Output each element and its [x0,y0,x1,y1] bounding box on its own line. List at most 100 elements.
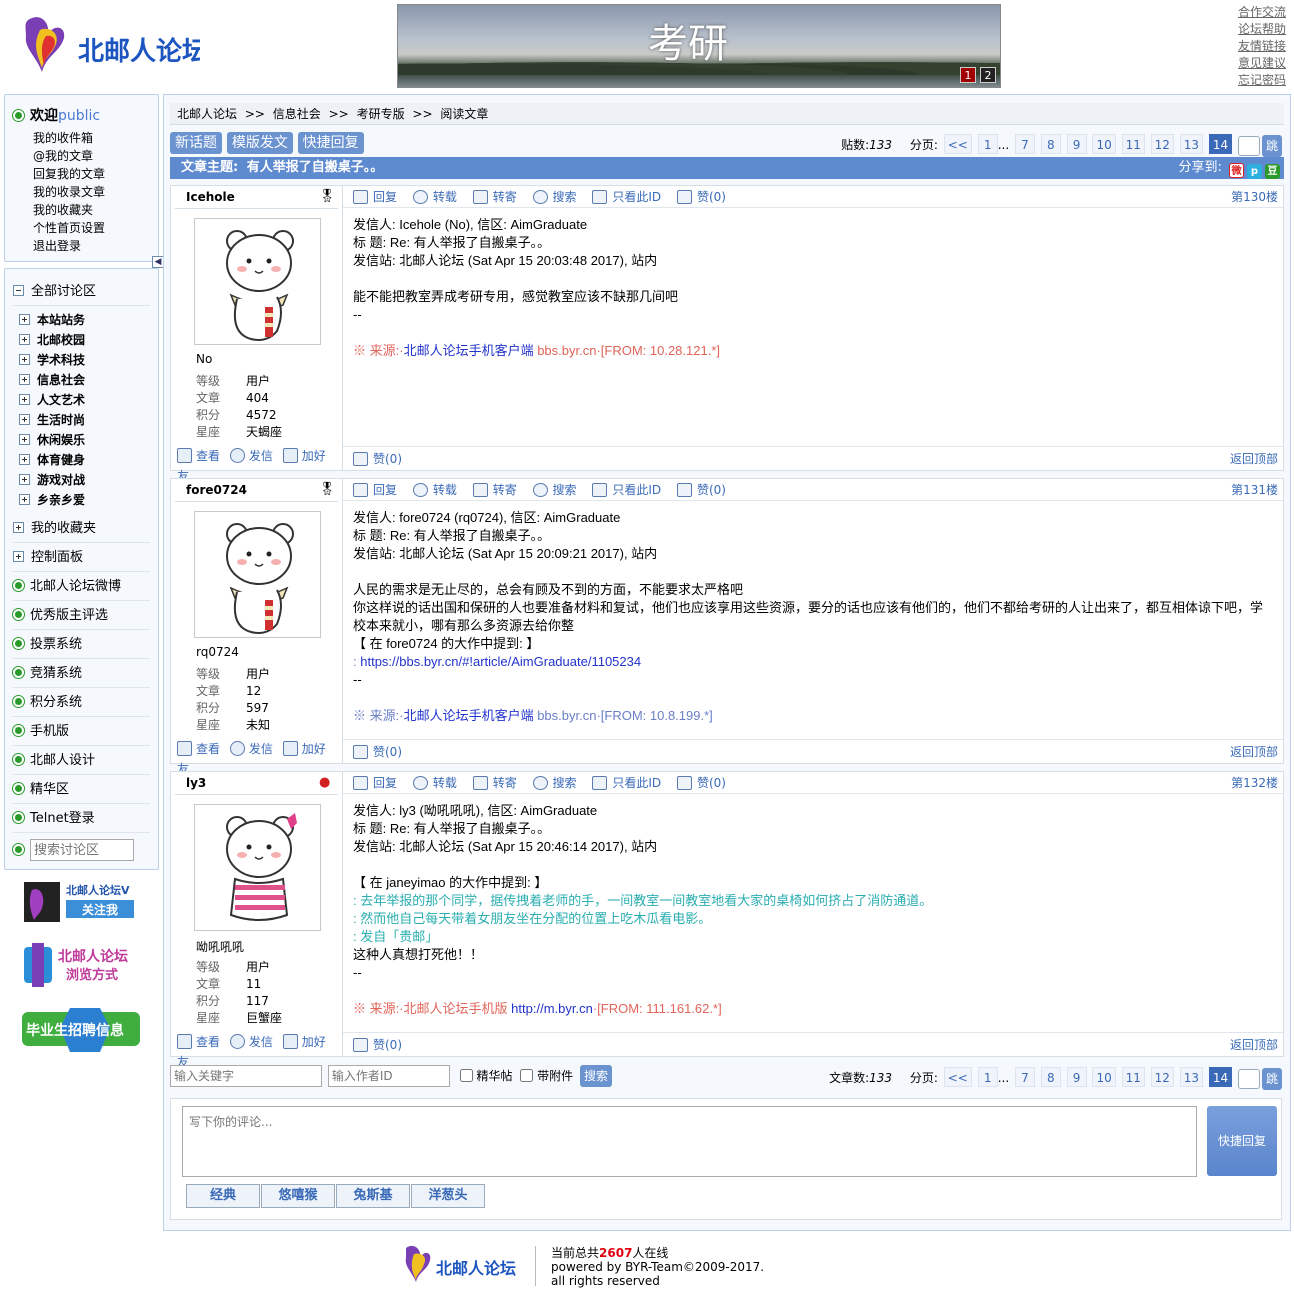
page-link[interactable]: 13 [1179,134,1204,154]
user-link-mentions[interactable]: @我的文章 [33,147,158,165]
nav-item-digest[interactable]: 精华区 [13,775,150,804]
link-feedback[interactable]: 意见建议 [1238,55,1286,72]
only-this-id-button[interactable]: 只看此ID [592,190,661,204]
avatar[interactable] [194,218,321,345]
source-link[interactable]: 北邮人论坛手机客户端 [404,708,534,723]
banner[interactable]: 考研 1 2 [397,4,1001,88]
nav-item-control-panel[interactable]: 控制面板 [13,543,150,572]
page-link[interactable]: 12 [1150,1067,1174,1087]
view-user-button[interactable]: 查看 [177,741,220,756]
promo-weibo[interactable]: 北邮人论坛V 关注我 [20,878,159,931]
reply-button[interactable]: 回复 [353,483,397,497]
plus-icon[interactable] [19,474,30,485]
search-button[interactable]: 搜索 [532,483,577,497]
user-link-logout[interactable]: 退出登录 [33,237,158,255]
nav-item-favorites[interactable]: 我的收藏夹 [13,514,150,543]
site-logo[interactable]: 北邮人论坛 [20,12,208,82]
floor-number[interactable]: 第132楼 [1231,772,1278,794]
plus-icon[interactable] [19,394,30,405]
page-current[interactable]: 14 [1208,134,1233,154]
only-this-id-button[interactable]: 只看此ID [592,483,661,497]
comment-textarea[interactable] [182,1106,1197,1177]
nav-item-vote[interactable]: 投票系统 [13,630,150,659]
plus-icon[interactable] [19,494,30,505]
nav-board-sports[interactable]: 体育健身 [19,450,150,470]
back-to-top-link[interactable]: 返回顶部 [1230,447,1278,471]
banner-page-1[interactable]: 1 [960,67,976,83]
page-link[interactable]: 9 [1066,134,1087,154]
back-to-top-link[interactable]: 返回顶部 [1230,1033,1278,1057]
nav-all-boards[interactable]: 全部讨论区 [13,277,150,306]
page-first[interactable]: << [943,134,972,154]
nav-board-hometown[interactable]: 乡亲乡爱 [19,490,150,510]
floor-number[interactable]: 第131楼 [1231,479,1278,501]
send-mail-button[interactable]: 发信 [229,1034,273,1049]
nav-item-design[interactable]: 北邮人设计 [13,746,150,775]
send-mail-button[interactable]: 发信 [229,448,273,463]
source-link[interactable]: 北邮人论坛手机客户端 [404,343,534,358]
banner-page-2[interactable]: 2 [980,67,996,83]
nav-item-guess[interactable]: 竞猜系统 [13,659,150,688]
board-search-input[interactable] [30,839,134,861]
attachment-checkbox[interactable] [520,1069,534,1082]
article-search-button[interactable]: 搜索 [580,1065,613,1087]
page-link[interactable]: 8 [1040,1067,1061,1087]
back-to-top-link[interactable]: 返回顶部 [1230,740,1278,764]
digest-filter[interactable]: 精华帖 [459,1069,513,1083]
page-link[interactable]: 9 [1066,1067,1087,1087]
page-link[interactable]: 13 [1179,1067,1204,1087]
user-link-inbox[interactable]: 我的收件箱 [33,129,158,147]
view-user-button[interactable]: 查看 [177,448,220,463]
only-this-id-button[interactable]: 只看此ID [592,776,661,790]
nav-item-mobile[interactable]: 手机版 [13,717,150,746]
page-current[interactable]: 14 [1208,1067,1233,1087]
nav-board-games[interactable]: 游戏对战 [19,470,150,490]
user-link-collected[interactable]: 我的收录文章 [33,183,158,201]
link-friends[interactable]: 友情链接 [1238,38,1286,55]
nav-item-weibo[interactable]: 北邮人论坛微博 [13,572,150,601]
page-link[interactable]: 7 [1014,134,1035,154]
plus-icon[interactable] [19,454,30,465]
footer-logo[interactable]: 北邮人论坛 [400,1242,520,1286]
post-author[interactable]: fore0724 [186,483,247,501]
emoticon-tab-monkey[interactable]: 悠嘻猴 [261,1184,335,1208]
quick-reply-submit-button[interactable]: 快捷回复 [1207,1106,1277,1176]
douban-share-icon[interactable]: 豆 [1265,164,1280,179]
page-link[interactable]: 8 [1040,134,1061,154]
promo-browse[interactable]: 北邮人论坛 浏览方式 [20,939,159,996]
template-post-button[interactable]: 模版发文 [226,132,293,154]
page-jump-button[interactable]: 跳 [1262,134,1282,157]
minus-icon[interactable] [13,285,24,296]
search-button[interactable]: 搜索 [532,190,577,204]
weibo-share-icon[interactable]: 微 [1229,163,1244,178]
username[interactable]: public [58,108,100,124]
digest-checkbox[interactable] [459,1069,473,1082]
avatar[interactable] [194,511,321,638]
nav-board-site-affairs[interactable]: 本站站务 [19,310,150,330]
forward-button[interactable]: 转载 [412,483,457,497]
nav-board-leisure[interactable]: 休闲娱乐 [19,430,150,450]
plus-icon[interactable] [19,334,30,345]
post-author[interactable]: ly3 [186,776,206,794]
attachment-filter[interactable]: 带附件 [520,1069,573,1083]
emoticon-tab-onion[interactable]: 洋葱头 [411,1184,485,1208]
nav-item-moderator-vote[interactable]: 优秀版主评选 [13,601,150,630]
plus-icon[interactable] [19,434,30,445]
quote-link[interactable]: https://bbs.byr.cn/#!article/AimGraduate… [360,654,641,669]
quick-reply-button[interactable]: 快捷回复 [297,132,364,154]
reply-button[interactable]: 回复 [353,190,397,204]
page-link[interactable]: 7 [1014,1067,1035,1087]
nav-board-lifestyle[interactable]: 生活时尚 [19,410,150,430]
like-button[interactable]: 赞(0) [676,190,726,204]
user-link-homepage-settings[interactable]: 个性首页设置 [33,219,158,237]
user-link-replies[interactable]: 回复我的文章 [33,165,158,183]
keyword-search-input[interactable] [170,1065,322,1087]
page-jump-input[interactable] [1238,1068,1260,1089]
renren-share-icon[interactable]: p [1247,164,1262,179]
source-link[interactable]: http://m.byr.cn [511,1001,593,1016]
page-link[interactable]: 12 [1150,134,1174,154]
like-button[interactable]: 赞(0) [676,483,726,497]
page-link[interactable]: 1 [977,1067,998,1087]
repost-button[interactable]: 转寄 [472,190,517,204]
forward-button[interactable]: 转载 [412,190,457,204]
